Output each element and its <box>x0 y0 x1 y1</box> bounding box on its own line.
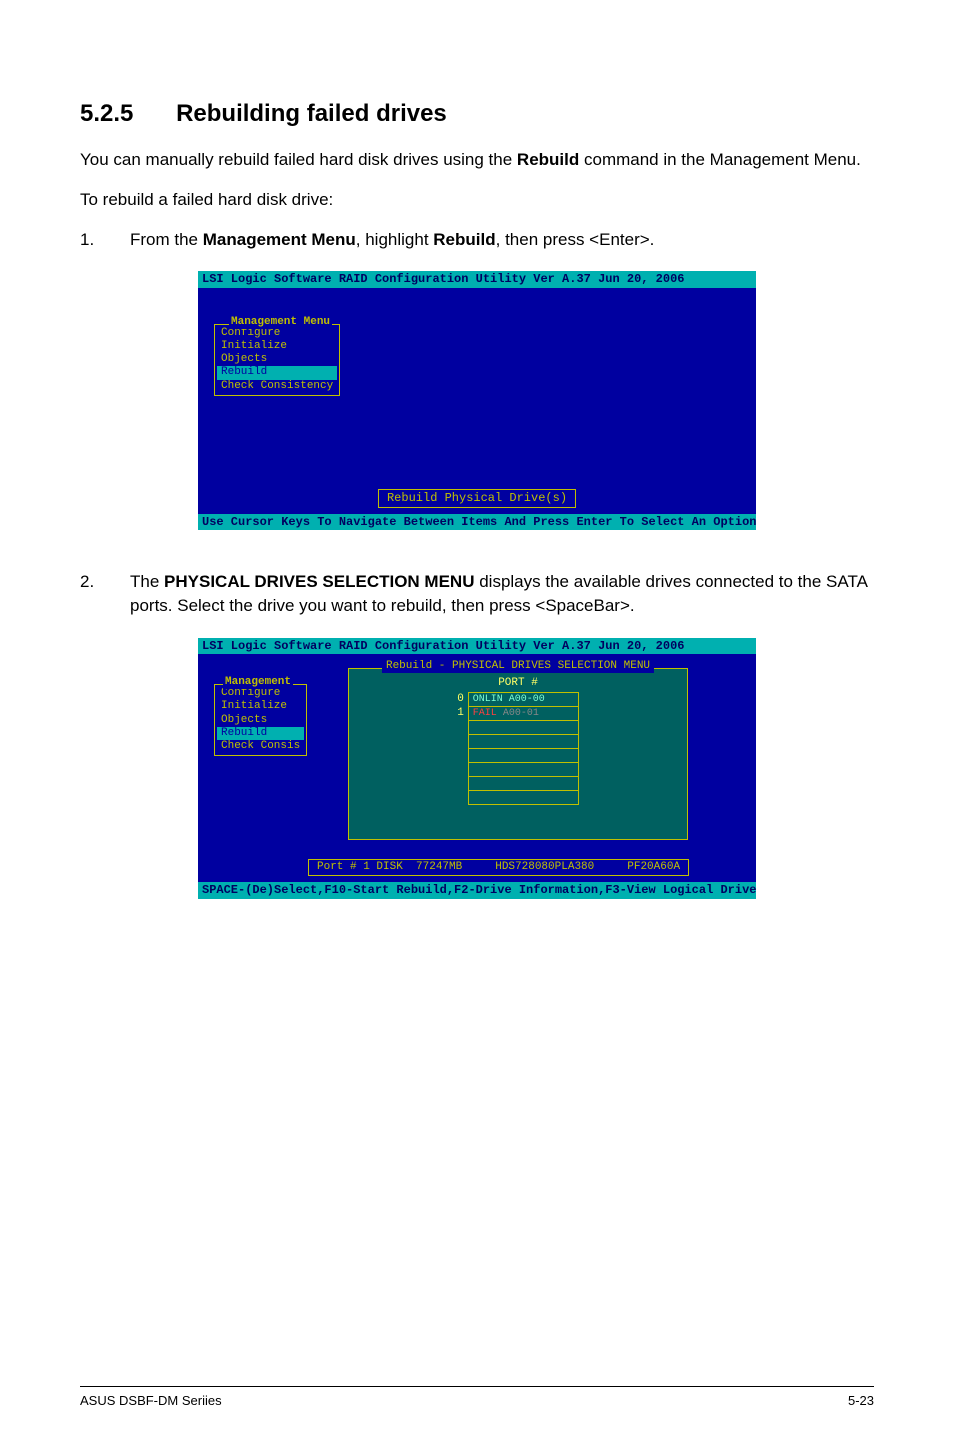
bios-screenshot-1: LSI Logic Software RAID Configuration Ut… <box>198 271 756 530</box>
bios1-content: Management Menu Configure Initialize Obj… <box>198 288 756 514</box>
slot-empty[interactable] <box>468 735 578 749</box>
slot-row-7 <box>457 791 578 805</box>
slot-row-3 <box>457 735 578 749</box>
step-1: 1. From the Management Menu, highlight R… <box>80 228 874 252</box>
mgmt2-item-objects[interactable]: Objects <box>217 714 304 727</box>
steps-list: 1. From the Management Menu, highlight R… <box>80 228 874 252</box>
slot-row-5 <box>457 763 578 777</box>
intro-text-2: command in the Management Menu. <box>579 150 861 169</box>
step1-b2: Rebuild <box>433 230 495 249</box>
mgmt2-item-rebuild[interactable]: Rebuild <box>217 727 304 740</box>
slot1-idx: 1 <box>457 707 468 721</box>
drive-slots-table: 0 ONLIN A00-00 1 FAIL A00-01 <box>457 692 579 805</box>
step-number: 1. <box>80 228 94 252</box>
port-status-bar: Port # 1 DISK 77247MB HDS728080PLA380 PF… <box>308 859 689 876</box>
mgmt-box-title: Management Menu <box>229 316 332 329</box>
step1-post: , then press <Enter>. <box>496 230 655 249</box>
mgmt-item-objects[interactable]: Objects <box>217 353 337 366</box>
slot-empty[interactable] <box>468 763 578 777</box>
mgmt-item-rebuild[interactable]: Rebuild <box>217 366 337 379</box>
slot0-idx: 0 <box>457 693 468 707</box>
section-title: Rebuilding failed drives <box>176 100 447 127</box>
bios1-title: LSI Logic Software RAID Configuration Ut… <box>198 271 756 287</box>
management-menu-box-2: Management Configure Initialize Objects … <box>214 684 307 756</box>
footer-right: 5-23 <box>848 1393 874 1408</box>
mgmt-box2-title: Management <box>223 676 293 689</box>
intro2: To rebuild a failed hard disk drive: <box>80 188 874 212</box>
step2-pre: The <box>130 572 164 591</box>
intro-paragraph: You can manually rebuild failed hard dis… <box>80 148 874 172</box>
mgmt-item-initialize[interactable]: Initialize <box>217 340 337 353</box>
intro-text-1: You can manually rebuild failed hard dis… <box>80 150 517 169</box>
bios2-title: LSI Logic Software RAID Configuration Ut… <box>198 638 756 654</box>
intro-bold: Rebuild <box>517 150 579 169</box>
slot-empty[interactable] <box>468 791 578 805</box>
slot-row-2 <box>457 721 578 735</box>
step-2: 2. The PHYSICAL DRIVES SELECTION MENU di… <box>80 570 874 618</box>
slot-empty[interactable] <box>468 721 578 735</box>
slot-row-4 <box>457 749 578 763</box>
slot-row-6 <box>457 777 578 791</box>
step1-mid: , highlight <box>356 230 434 249</box>
rebuild-panel: Rebuild - PHYSICAL DRIVES SELECTION MENU… <box>348 668 688 840</box>
port-header: PORT # <box>349 677 687 690</box>
bios2-footer: SPACE-(De)Select,F10-Start Rebuild,F2-Dr… <box>198 882 756 898</box>
step-number-2: 2. <box>80 570 94 594</box>
mgmt-menu-list: Configure Initialize Objects Rebuild Che… <box>215 325 339 395</box>
step1-pre: From the <box>130 230 203 249</box>
slot0-cell[interactable]: ONLIN A00-00 <box>468 693 578 707</box>
slot-empty[interactable] <box>468 777 578 791</box>
slot1-cell[interactable]: FAIL A00-01 <box>468 707 578 721</box>
bios2-content: Management Configure Initialize Objects … <box>198 654 756 882</box>
rebuild-panel-title: Rebuild - PHYSICAL DRIVES SELECTION MENU <box>382 660 654 673</box>
mgmt2-item-initialize[interactable]: Initialize <box>217 700 304 713</box>
slot-empty[interactable] <box>468 749 578 763</box>
section-number: 5.2.5 <box>80 100 133 128</box>
mgmt-menu-list-2: Configure Initialize Objects Rebuild Che… <box>215 685 306 755</box>
mgmt-item-check-consistency[interactable]: Check Consistency <box>217 380 337 393</box>
bios1-status: Rebuild Physical Drive(s) <box>378 489 576 507</box>
footer-left: ASUS DSBF-DM Seriies <box>80 1393 222 1408</box>
slot-row-1: 1 FAIL A00-01 <box>457 707 578 721</box>
page: 5.2.5 Rebuilding failed drives You can m… <box>0 0 954 1438</box>
steps-list-2: 2. The PHYSICAL DRIVES SELECTION MENU di… <box>80 570 874 618</box>
step2-b1: PHYSICAL DRIVES SELECTION MENU <box>164 572 474 591</box>
slot1-val: A00-01 <box>497 708 539 719</box>
mgmt2-item-check-consis[interactable]: Check Consis <box>217 740 304 753</box>
management-menu-box: Management Menu Configure Initialize Obj… <box>214 324 340 396</box>
bios-screenshot-2: LSI Logic Software RAID Configuration Ut… <box>198 638 756 899</box>
slot-row-0: 0 ONLIN A00-00 <box>457 693 578 707</box>
slot1-fail-label: FAIL <box>473 708 497 719</box>
page-footer: ASUS DSBF-DM Seriies 5-23 <box>80 1386 874 1408</box>
step1-b1: Management Menu <box>203 230 356 249</box>
bios1-footer: Use Cursor Keys To Navigate Between Item… <box>198 514 756 530</box>
section-heading: 5.2.5 Rebuilding failed drives <box>80 100 874 128</box>
